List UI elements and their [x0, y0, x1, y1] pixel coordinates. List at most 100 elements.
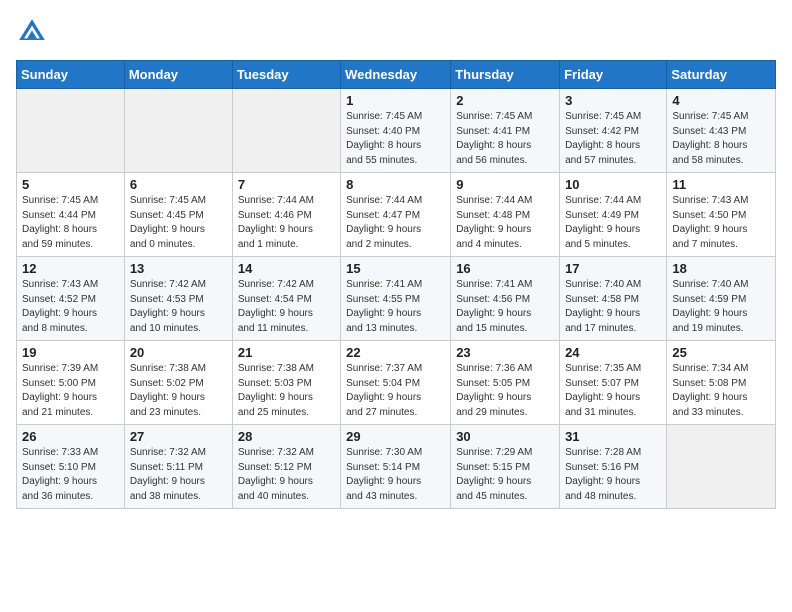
calendar-cell: 28Sunrise: 7:32 AM Sunset: 5:12 PM Dayli… — [232, 425, 340, 509]
calendar-cell: 12 Sunrise: 7:43 AM Sunset: 4:52 PM Dayli… — [17, 257, 125, 341]
calendar-cell: 8 Sunrise: 7:44 AM Sunset: 4:47 PM Daylig… — [341, 173, 451, 257]
calendar-cell: 9 Sunrise: 7:44 AM Sunset: 4:48 PM Daylig… — [451, 173, 560, 257]
page-header — [16, 16, 776, 48]
calendar-cell: 21 Sunrise: 7:38 AM Sunset: 5:03 PM Dayli… — [232, 341, 340, 425]
day-info: Sunrise: 7:28 AM Sunset: 5:16 PM Dayligh… — [565, 446, 661, 504]
calendar-table: SundayMondayTuesdayWednesdayThursdayFrid… — [16, 60, 776, 509]
calendar-cell: 15Sunrise: 7:41 AM Sunset: 4:55 PM Dayli… — [341, 257, 451, 341]
logo-icon — [16, 16, 48, 48]
day-number: 27 — [130, 429, 227, 444]
calendar-cell: 18 Sunrise: 7:40 AM Sunset: 4:59 PM Dayli… — [667, 257, 776, 341]
day-info: Sunrise: 7:41 AM Sunset: 4:56 PM Dayligh… — [456, 278, 554, 336]
day-info: Sunrise: 7:39 AM Sunset: 5:00 PM Dayligh… — [22, 362, 119, 420]
day-info: Sunrise: 7:43 AM Sunset: 4:52 PM Dayligh… — [22, 278, 119, 336]
day-number: 8 — [346, 177, 445, 192]
day-number: 2 — [456, 93, 554, 108]
day-info: Sunrise: 7:38 AM Sunset: 5:02 PM Dayligh… — [130, 362, 227, 420]
day-number: 10 — [565, 177, 661, 192]
day-info: Sunrise: 7:40 AM Sunset: 4:59 PM Dayligh… — [672, 278, 770, 336]
day-info: Sunrise: 7:44 AM Sunset: 4:48 PM Dayligh… — [456, 194, 554, 252]
day-number: 3 — [565, 93, 661, 108]
day-info: Sunrise: 7:45 AM Sunset: 4:40 PM Dayligh… — [346, 110, 445, 168]
calendar-cell: 25 Sunrise: 7:34 AM Sunset: 5:08 PM Dayli… — [667, 341, 776, 425]
day-info: Sunrise: 7:45 AM Sunset: 4:45 PM Dayligh… — [130, 194, 227, 252]
day-info: Sunrise: 7:32 AM Sunset: 5:12 PM Dayligh… — [238, 446, 335, 504]
calendar-cell: 10 Sunrise: 7:44 AM Sunset: 4:49 PM Dayli… — [560, 173, 667, 257]
day-number: 11 — [672, 177, 770, 192]
day-number: 25 — [672, 345, 770, 360]
day-info: Sunrise: 7:35 AM Sunset: 5:07 PM Dayligh… — [565, 362, 661, 420]
day-info: Sunrise: 7:33 AM Sunset: 5:10 PM Dayligh… — [22, 446, 119, 504]
calendar-week-row: 26 Sunrise: 7:33 AM Sunset: 5:10 PM Dayli… — [17, 425, 776, 509]
logo — [16, 16, 52, 48]
calendar-cell: 7 Sunrise: 7:44 AM Sunset: 4:46 PM Daylig… — [232, 173, 340, 257]
weekday-header-sunday: Sunday — [17, 61, 125, 89]
day-info: Sunrise: 7:36 AM Sunset: 5:05 PM Dayligh… — [456, 362, 554, 420]
day-info: Sunrise: 7:45 AM Sunset: 4:43 PM Dayligh… — [672, 110, 770, 168]
day-info: Sunrise: 7:40 AM Sunset: 4:58 PM Dayligh… — [565, 278, 661, 336]
day-number: 4 — [672, 93, 770, 108]
day-number: 17 — [565, 261, 661, 276]
day-info: Sunrise: 7:44 AM Sunset: 4:49 PM Dayligh… — [565, 194, 661, 252]
day-info: Sunrise: 7:45 AM Sunset: 4:42 PM Dayligh… — [565, 110, 661, 168]
day-number: 18 — [672, 261, 770, 276]
calendar-cell: 13Sunrise: 7:42 AM Sunset: 4:53 PM Dayli… — [124, 257, 232, 341]
calendar-cell — [232, 89, 340, 173]
day-number: 26 — [22, 429, 119, 444]
calendar-cell: 17 Sunrise: 7:40 AM Sunset: 4:58 PM Dayli… — [560, 257, 667, 341]
calendar-cell — [667, 425, 776, 509]
day-number: 21 — [238, 345, 335, 360]
calendar-cell: 30 Sunrise: 7:29 AM Sunset: 5:15 PM Dayli… — [451, 425, 560, 509]
calendar-cell — [124, 89, 232, 173]
calendar-cell: 4 Sunrise: 7:45 AM Sunset: 4:43 PM Daylig… — [667, 89, 776, 173]
day-number: 5 — [22, 177, 119, 192]
calendar-cell: 11 Sunrise: 7:43 AM Sunset: 4:50 PM Dayli… — [667, 173, 776, 257]
day-number: 16 — [456, 261, 554, 276]
calendar-cell: 6Sunrise: 7:45 AM Sunset: 4:45 PM Daylig… — [124, 173, 232, 257]
day-info: Sunrise: 7:44 AM Sunset: 4:46 PM Dayligh… — [238, 194, 335, 252]
day-number: 24 — [565, 345, 661, 360]
calendar-cell: 20 Sunrise: 7:38 AM Sunset: 5:02 PM Dayli… — [124, 341, 232, 425]
day-info: Sunrise: 7:29 AM Sunset: 5:15 PM Dayligh… — [456, 446, 554, 504]
weekday-header-monday: Monday — [124, 61, 232, 89]
day-number: 9 — [456, 177, 554, 192]
calendar-cell: 16 Sunrise: 7:41 AM Sunset: 4:56 PM Dayli… — [451, 257, 560, 341]
day-number: 19 — [22, 345, 119, 360]
day-info: Sunrise: 7:43 AM Sunset: 4:50 PM Dayligh… — [672, 194, 770, 252]
day-number: 1 — [346, 93, 445, 108]
day-number: 12 — [22, 261, 119, 276]
weekday-header-tuesday: Tuesday — [232, 61, 340, 89]
day-number: 31 — [565, 429, 661, 444]
day-info: Sunrise: 7:34 AM Sunset: 5:08 PM Dayligh… — [672, 362, 770, 420]
day-number: 14 — [238, 261, 335, 276]
day-info: Sunrise: 7:30 AM Sunset: 5:14 PM Dayligh… — [346, 446, 445, 504]
calendar-cell: 26 Sunrise: 7:33 AM Sunset: 5:10 PM Dayli… — [17, 425, 125, 509]
calendar-week-row: 12 Sunrise: 7:43 AM Sunset: 4:52 PM Dayli… — [17, 257, 776, 341]
day-number: 7 — [238, 177, 335, 192]
calendar-cell: 3 Sunrise: 7:45 AM Sunset: 4:42 PM Daylig… — [560, 89, 667, 173]
day-info: Sunrise: 7:37 AM Sunset: 5:04 PM Dayligh… — [346, 362, 445, 420]
weekday-header-friday: Friday — [560, 61, 667, 89]
day-info: Sunrise: 7:41 AM Sunset: 4:55 PM Dayligh… — [346, 278, 445, 336]
weekday-header-saturday: Saturday — [667, 61, 776, 89]
day-number: 29 — [346, 429, 445, 444]
weekday-header-wednesday: Wednesday — [341, 61, 451, 89]
calendar-cell: 31 Sunrise: 7:28 AM Sunset: 5:16 PM Dayli… — [560, 425, 667, 509]
day-info: Sunrise: 7:32 AM Sunset: 5:11 PM Dayligh… — [130, 446, 227, 504]
calendar-cell: 24 Sunrise: 7:35 AM Sunset: 5:07 PM Dayli… — [560, 341, 667, 425]
day-info: Sunrise: 7:45 AM Sunset: 4:44 PM Dayligh… — [22, 194, 119, 252]
day-number: 30 — [456, 429, 554, 444]
calendar-cell: 5 Sunrise: 7:45 AM Sunset: 4:44 PM Daylig… — [17, 173, 125, 257]
calendar-cell: 27 Sunrise: 7:32 AM Sunset: 5:11 PM Dayli… — [124, 425, 232, 509]
calendar-week-row: 19 Sunrise: 7:39 AM Sunset: 5:00 PM Dayli… — [17, 341, 776, 425]
day-info: Sunrise: 7:38 AM Sunset: 5:03 PM Dayligh… — [238, 362, 335, 420]
day-info: Sunrise: 7:44 AM Sunset: 4:47 PM Dayligh… — [346, 194, 445, 252]
calendar-week-row: 5 Sunrise: 7:45 AM Sunset: 4:44 PM Daylig… — [17, 173, 776, 257]
calendar-cell: 2 Sunrise: 7:45 AM Sunset: 4:41 PM Daylig… — [451, 89, 560, 173]
day-info: Sunrise: 7:45 AM Sunset: 4:41 PM Dayligh… — [456, 110, 554, 168]
calendar-week-row: 1 Sunrise: 7:45 AM Sunset: 4:40 PM Daylig… — [17, 89, 776, 173]
calendar-cell — [17, 89, 125, 173]
calendar-header-row: SundayMondayTuesdayWednesdayThursdayFrid… — [17, 61, 776, 89]
calendar-cell: 22Sunrise: 7:37 AM Sunset: 5:04 PM Dayli… — [341, 341, 451, 425]
day-number: 20 — [130, 345, 227, 360]
